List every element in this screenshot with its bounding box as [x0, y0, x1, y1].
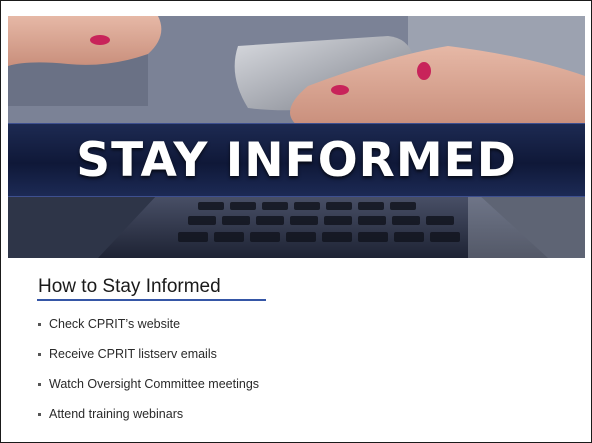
title-underline: [37, 299, 266, 301]
slide: STAY INFORMED How to Stay Informed Check…: [0, 0, 592, 443]
bullet-item: Attend training webinars: [38, 405, 259, 423]
banner-headline: STAY INFORMED: [76, 132, 517, 188]
bullet-item: Check CPRIT’s website: [38, 315, 259, 333]
bullet-marker-icon: [38, 322, 41, 326]
bullet-marker-icon: [38, 352, 41, 356]
bullet-marker-icon: [38, 382, 41, 386]
bullet-text: Receive CPRIT listserv emails: [49, 347, 217, 361]
headline-band: STAY INFORMED: [8, 123, 585, 197]
banner-photo: STAY INFORMED: [8, 16, 585, 258]
bullet-text: Check CPRIT’s website: [49, 317, 181, 331]
bullet-marker-icon: [38, 412, 41, 416]
bullet-text: Attend training webinars: [49, 407, 184, 421]
bullet-list: Check CPRIT’s website Receive CPRIT list…: [38, 315, 259, 435]
bullet-text: Watch Oversight Committee meetings: [49, 377, 260, 391]
bullet-item: Watch Oversight Committee meetings: [38, 375, 259, 393]
section-title: How to Stay Informed: [38, 276, 221, 297]
bullet-item: Receive CPRIT listserv emails: [38, 345, 259, 363]
